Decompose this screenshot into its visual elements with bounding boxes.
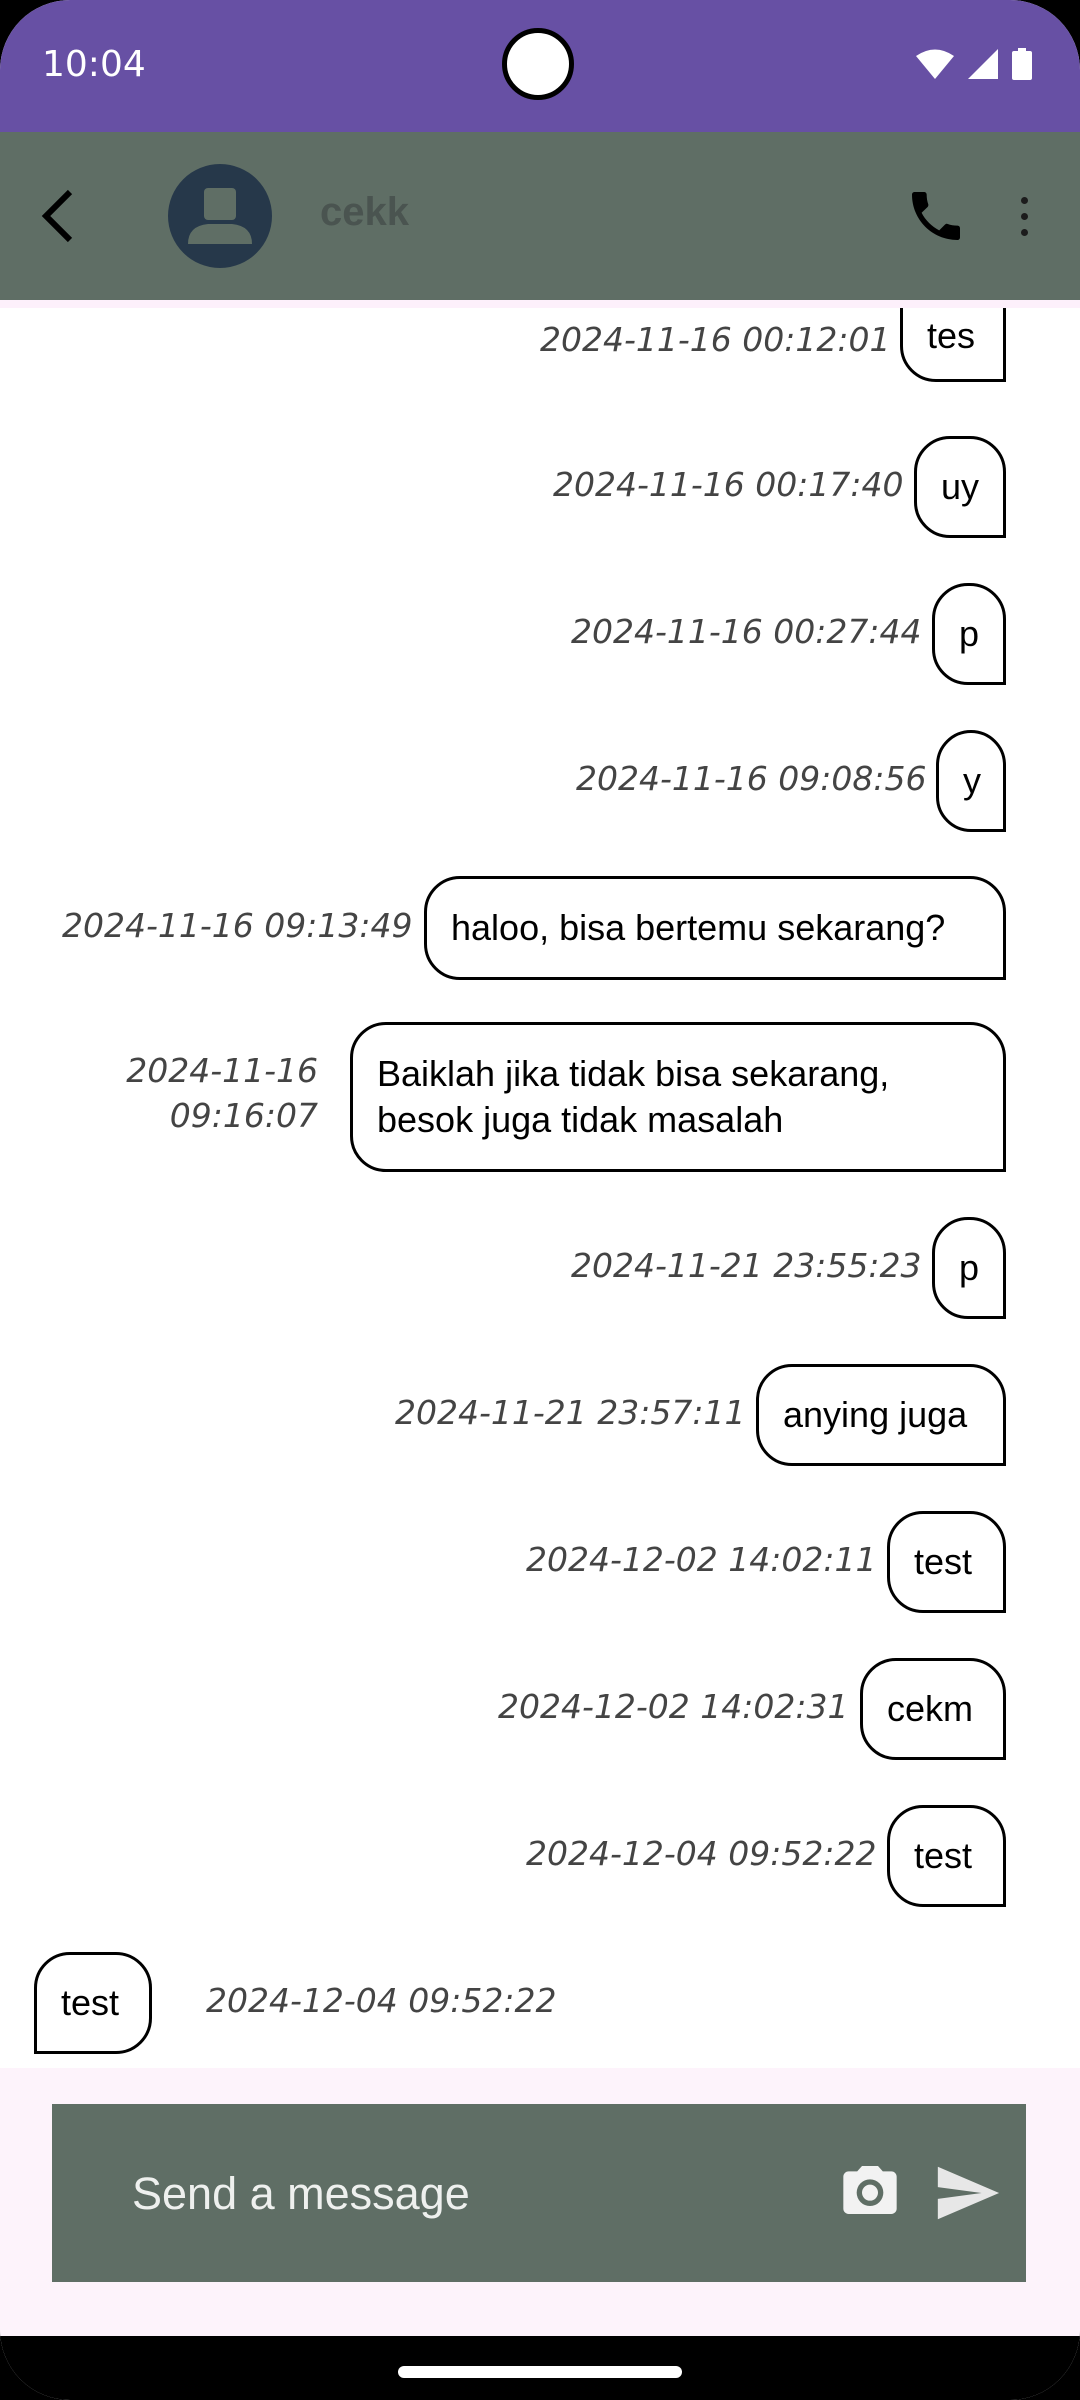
message-bubble[interactable]: anying juga bbox=[756, 1364, 1006, 1466]
top-app-bar: cekk bbox=[0, 132, 1080, 300]
avatar[interactable] bbox=[168, 164, 272, 268]
more-vert-dot bbox=[1020, 212, 1028, 220]
message-timestamp: 2024-11-21 23:57:11 bbox=[395, 1393, 746, 1432]
message-timestamp: 2024-11-16 00:17:40 bbox=[553, 465, 904, 504]
avatar-icon bbox=[188, 188, 252, 244]
message-input[interactable] bbox=[130, 2160, 834, 2228]
message-bubble[interactable]: tes bbox=[900, 308, 1006, 382]
message-timestamp: 2024-12-02 14:02:31 bbox=[498, 1687, 849, 1726]
message-bubble[interactable]: Baiklah jika tidak bisa sekarang, besok … bbox=[350, 1022, 1006, 1172]
message-timestamp: 2024-12-04 09:52:22 bbox=[526, 1834, 877, 1873]
navigation-bar bbox=[0, 2336, 1080, 2400]
message-timestamp: 2024-11-16 00:12:01 bbox=[540, 320, 891, 359]
message-timestamp: 2024-11-16 09:13:49 bbox=[62, 906, 413, 945]
message-timestamp: 2024-12-02 14:02:11 bbox=[526, 1540, 877, 1579]
camera-icon bbox=[843, 2166, 897, 2214]
message-bubble-incoming[interactable]: test bbox=[34, 1952, 152, 2054]
call-button[interactable] bbox=[904, 184, 968, 248]
message-list[interactable]: 2024-11-16 00:12:01 tes 2024-11-16 00:17… bbox=[0, 300, 1080, 2068]
message-bubble[interactable]: p bbox=[932, 1217, 1006, 1319]
message-timestamp: 2024-11-21 23:55:23 bbox=[571, 1246, 922, 1285]
more-vert-dot bbox=[1020, 228, 1028, 236]
input-area bbox=[0, 2068, 1080, 2336]
message-bubble[interactable]: test bbox=[887, 1511, 1006, 1613]
status-time: 10:04 bbox=[42, 44, 146, 85]
back-arrow-icon bbox=[41, 189, 73, 243]
message-bubble[interactable]: y bbox=[936, 730, 1006, 832]
message-bubble[interactable]: test bbox=[887, 1805, 1006, 1907]
send-button[interactable] bbox=[932, 2158, 1002, 2228]
message-composer bbox=[52, 2104, 1026, 2282]
status-icons bbox=[916, 48, 1032, 80]
more-vert-icon bbox=[1020, 196, 1028, 204]
back-button[interactable] bbox=[28, 178, 88, 254]
message-timestamp: 2024-11-16 09:16:07 bbox=[126, 1051, 318, 1135]
camera-cutout bbox=[502, 28, 574, 100]
message-timestamp: 2024-12-04 09:52:22 bbox=[206, 1981, 557, 2020]
message-bubble[interactable]: uy bbox=[914, 436, 1006, 538]
message-timestamp: 2024-11-16 09:08:56 bbox=[576, 759, 927, 798]
home-indicator[interactable] bbox=[398, 2366, 682, 2378]
more-options-button[interactable] bbox=[1004, 184, 1044, 248]
phone-icon bbox=[912, 192, 960, 240]
message-timestamp: 2024-11-16 00:27:44 bbox=[571, 612, 922, 651]
message-bubble[interactable]: cekm bbox=[860, 1658, 1006, 1760]
battery-icon bbox=[1012, 48, 1032, 80]
wifi-icon bbox=[916, 49, 954, 79]
signal-icon bbox=[968, 49, 998, 79]
phone-screen: 10:04 cekk 2024-11-16 00:12:01 tes 2024-… bbox=[0, 0, 1080, 2400]
status-bar: 10:04 bbox=[0, 0, 1080, 132]
contact-name: cekk bbox=[320, 190, 409, 234]
message-bubble[interactable]: p bbox=[932, 583, 1006, 685]
message-bubble[interactable]: haloo, bisa bertemu sekarang? bbox=[424, 876, 1006, 980]
send-icon bbox=[937, 2166, 1000, 2220]
camera-button[interactable] bbox=[838, 2158, 902, 2222]
